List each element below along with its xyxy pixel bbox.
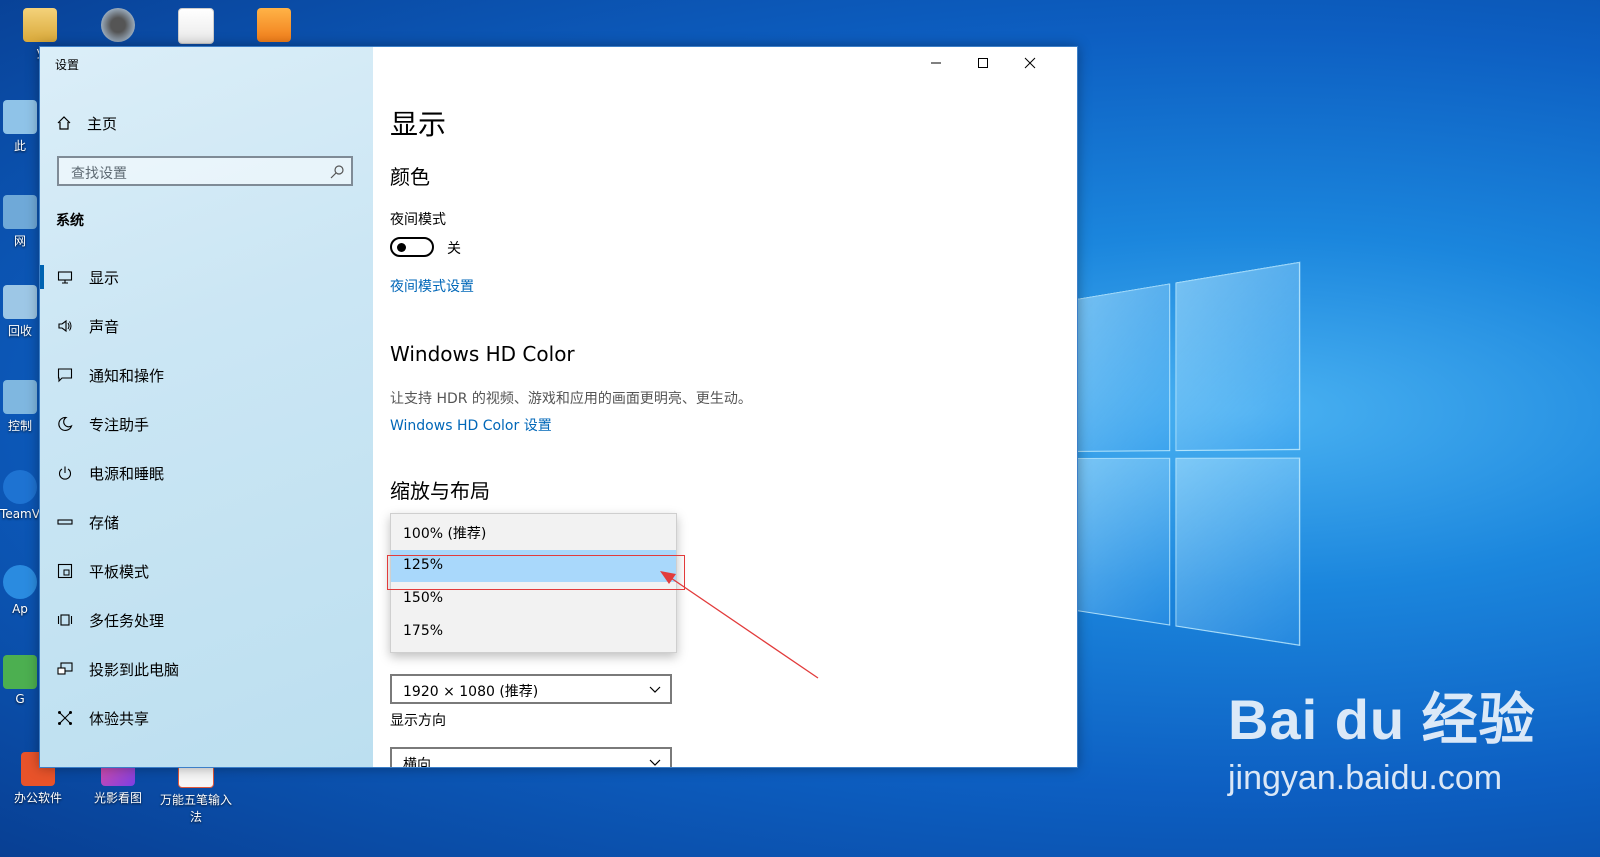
document-shortcut-icon	[178, 8, 214, 44]
app-icon	[3, 565, 37, 599]
hdr-heading: Windows HD Color	[390, 342, 575, 366]
sidebar-item-display[interactable]: 显示	[40, 255, 373, 299]
notification-icon	[56, 366, 74, 384]
chevron-down-icon	[649, 759, 661, 766]
annotation-highlight-box	[387, 555, 685, 590]
sidebar-item-power[interactable]: 电源和睡眠	[40, 451, 373, 495]
night-mode-toggle[interactable]	[390, 237, 434, 257]
minimize-icon	[931, 62, 941, 64]
sidebar-section-system: 系统	[56, 213, 84, 229]
share-icon	[56, 709, 74, 727]
media-player-icon	[257, 8, 291, 42]
storage-icon	[56, 513, 74, 531]
sidebar-item-shared-experiences[interactable]: 体验共享	[40, 696, 373, 740]
sidebar-item-storage[interactable]: 存储	[40, 500, 373, 544]
search-input[interactable]: 查找设置	[57, 156, 353, 186]
desktop-icon-media[interactable]	[238, 8, 310, 45]
night-mode-label: 夜间模式	[390, 212, 446, 228]
desktop-icon-binoculars[interactable]	[82, 8, 154, 45]
maximize-button[interactable]	[960, 47, 1006, 79]
user-folder-icon	[23, 8, 57, 42]
sidebar-item-sound[interactable]: 声音	[40, 304, 373, 348]
maximize-icon	[978, 58, 988, 68]
sidebar-item-project[interactable]: 投影到此电脑	[40, 647, 373, 691]
tablet-icon	[56, 562, 74, 580]
teamviewer-icon	[3, 470, 37, 504]
settings-window: 设置 主页 查找设置 系统 显示 声音 通知和操作 专注助手 电源和睡眠 存储 …	[39, 46, 1078, 768]
control-panel-icon	[3, 380, 37, 414]
scale-option-175[interactable]: 175%	[391, 616, 676, 648]
windows-logo-wallpaper	[1070, 261, 1302, 658]
monitor-icon	[56, 268, 74, 286]
color-heading: 颜色	[390, 165, 430, 189]
window-title: 设置	[55, 58, 80, 72]
recycle-bin-icon	[3, 285, 37, 319]
close-button[interactable]	[1007, 47, 1053, 79]
page-title: 显示	[390, 108, 447, 141]
desktop-icon-document[interactable]	[160, 8, 232, 47]
project-icon	[56, 660, 74, 678]
scale-heading: 缩放与布局	[390, 479, 490, 503]
hdr-description: 让支持 HDR 的视频、游戏和应用的画面更明亮、更生动。	[390, 391, 752, 407]
minimize-button[interactable]	[913, 47, 959, 79]
home-icon	[55, 114, 73, 132]
settings-content: 显示 颜色 夜间模式 关 夜间模式设置 Windows HD Color 让支持…	[373, 47, 1077, 767]
binoculars-icon	[101, 8, 135, 42]
moon-icon	[56, 415, 74, 433]
speaker-icon	[56, 317, 74, 335]
sidebar-item-notifications[interactable]: 通知和操作	[40, 353, 373, 397]
chevron-down-icon	[649, 686, 661, 693]
toggle-knob	[397, 243, 406, 252]
sidebar-item-focus-assist[interactable]: 专注助手	[40, 402, 373, 446]
orientation-select[interactable]: 横向	[390, 747, 672, 767]
sidebar-item-home[interactable]: 主页	[55, 111, 117, 135]
night-mode-state: 关	[447, 241, 461, 257]
multitask-icon	[56, 611, 74, 629]
network-icon	[3, 195, 37, 229]
sidebar-home-label: 主页	[87, 114, 118, 133]
sidebar-item-tablet[interactable]: 平板模式	[40, 549, 373, 593]
resolution-select[interactable]: 1920 × 1080 (推荐)	[390, 674, 672, 704]
sidebar-item-multitasking[interactable]: 多任务处理	[40, 598, 373, 642]
hdr-settings-link[interactable]: Windows HD Color 设置	[390, 415, 552, 435]
orientation-label: 显示方向	[390, 713, 446, 729]
settings-sidebar: 设置 主页 查找设置 系统 显示 声音 通知和操作 专注助手 电源和睡眠 存储 …	[40, 47, 373, 767]
night-mode-settings-link[interactable]: 夜间模式设置	[390, 276, 474, 296]
this-pc-icon	[3, 100, 37, 134]
search-icon	[329, 164, 345, 180]
close-icon	[1024, 57, 1036, 69]
search-placeholder: 查找设置	[71, 166, 127, 182]
baidu-jingyan-watermark: Bai du 经验 jingyan.baidu.com	[1228, 688, 1536, 798]
scale-option-100[interactable]: 100% (推荐)	[391, 516, 676, 548]
green-app-icon	[3, 655, 37, 689]
power-icon	[56, 464, 74, 482]
